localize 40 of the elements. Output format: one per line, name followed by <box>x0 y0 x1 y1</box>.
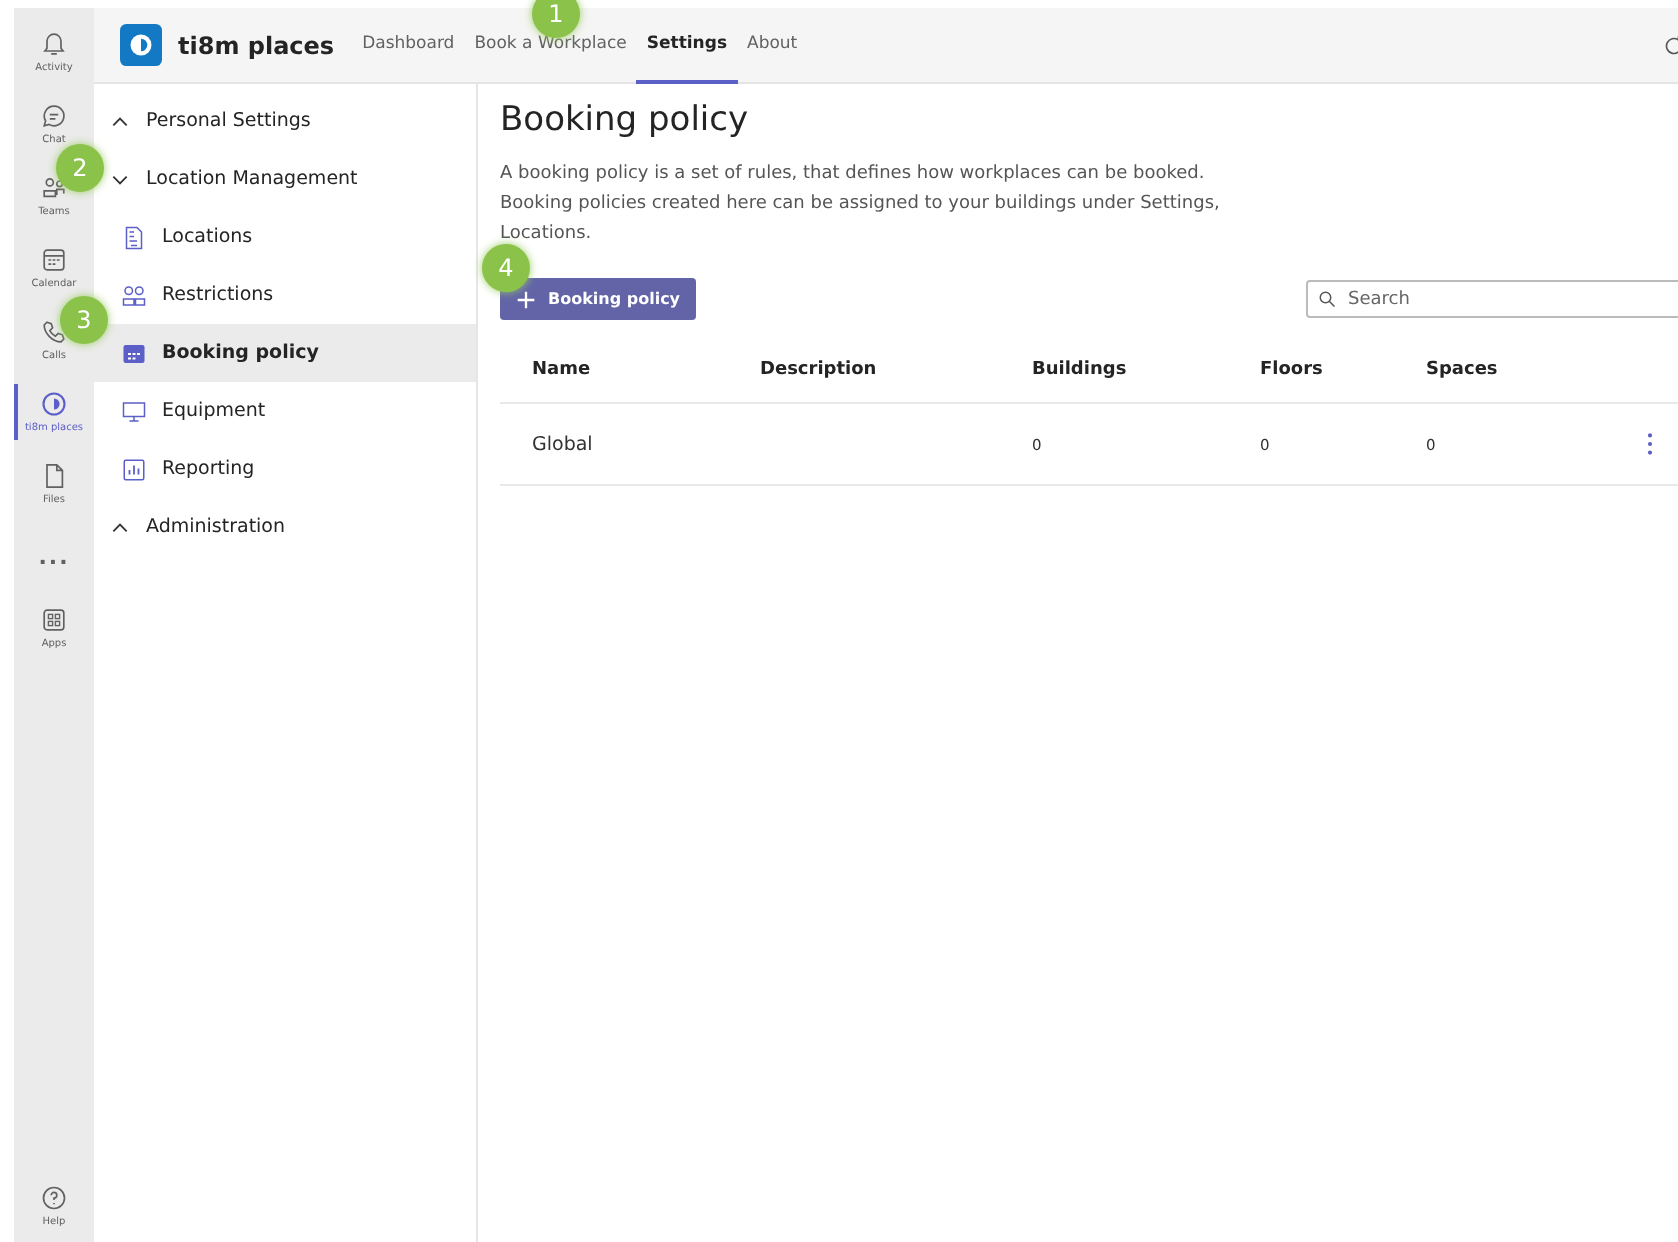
chart-icon <box>122 457 146 481</box>
monitor-icon <box>122 399 146 423</box>
bell-icon <box>40 30 68 58</box>
app-logo-icon <box>120 24 162 66</box>
column-header: Floors <box>1258 360 1325 380</box>
nav-tab[interactable]: Settings <box>636 7 737 83</box>
column-header: Spaces <box>1424 360 1500 380</box>
page-title: Booking policy <box>500 98 751 144</box>
column-header: Buildings <box>1030 360 1129 380</box>
app-name: ti8m places <box>178 31 335 59</box>
rail-button[interactable]: ... <box>14 520 94 592</box>
column-header: Description <box>758 360 879 380</box>
search-icon <box>1318 290 1336 308</box>
add-policy-button[interactable]: Booking policy <box>500 278 697 320</box>
nav-tab[interactable]: Dashboard <box>352 7 465 83</box>
step-tooltip: 4 <box>482 244 530 292</box>
description-text: A booking policy is a set of rules, that defines how workplaces can be booked. Booking policies created here can be assigned to your buildings under Settings, Locations. <box>500 162 1222 248</box>
calendar-icon <box>122 341 146 365</box>
step-tooltip: 1 <box>532 0 580 38</box>
section-header[interactable]: Personal Settings <box>94 92 476 150</box>
people-icon <box>40 174 68 202</box>
calendar-icon <box>40 246 68 274</box>
table-cell: Global <box>532 433 593 455</box>
more-options-icon[interactable] <box>1646 432 1654 456</box>
nav-tab[interactable]: About <box>737 7 808 83</box>
search-field[interactable]: Search <box>1306 280 1678 318</box>
help-icon <box>40 1184 68 1212</box>
section-header[interactable]: Administration <box>94 498 476 556</box>
sidebar-item[interactable]: Locations <box>94 208 476 266</box>
app-icon <box>40 390 68 418</box>
apps-icon <box>40 606 68 634</box>
sidebar-item[interactable]: Booking policy <box>94 324 476 382</box>
chat-icon <box>40 102 68 130</box>
people-icon <box>122 283 146 307</box>
phone-icon <box>40 318 68 346</box>
sidebar-item[interactable]: Reporting <box>94 440 476 498</box>
file-icon <box>40 462 68 490</box>
plus-icon <box>516 289 536 309</box>
column-header: Name <box>530 360 593 380</box>
sidebar-item[interactable]: Equipment <box>94 382 476 440</box>
